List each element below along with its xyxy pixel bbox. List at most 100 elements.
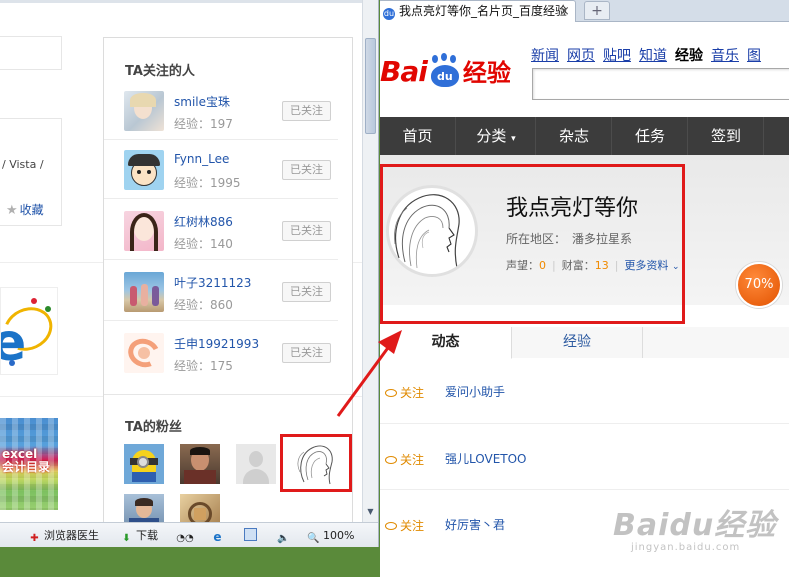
fan-avatar-default[interactable] bbox=[236, 444, 276, 484]
sound-icon: 🔈 bbox=[277, 533, 290, 544]
feed-target-link[interactable]: 好厉害丶君 bbox=[445, 516, 505, 533]
window-button[interactable] bbox=[244, 528, 260, 544]
user-name[interactable]: smile宝珠 bbox=[174, 93, 230, 110]
following-row[interactable]: Fynn_Lee 经验：1995 已关注 bbox=[104, 141, 338, 199]
doctor-icon: ✚ bbox=[30, 533, 39, 544]
user-name[interactable]: 壬申19921993 bbox=[174, 335, 259, 352]
user-name[interactable]: Fynn_Lee bbox=[174, 152, 229, 166]
fan-avatar[interactable] bbox=[124, 444, 164, 484]
follow-tag: 关注 bbox=[385, 517, 424, 534]
scrollbar-thumb[interactable] bbox=[365, 38, 376, 134]
user-avatar[interactable] bbox=[124, 150, 164, 190]
ie-icon: e bbox=[213, 530, 222, 544]
download-button[interactable]: ⬇ 下载 bbox=[120, 528, 158, 544]
mask-icon: ◔◔ bbox=[176, 533, 194, 544]
fan-avatar[interactable] bbox=[180, 444, 220, 484]
baidu-jingyan-logo[interactable]: Bai du 经验 bbox=[380, 53, 511, 93]
tab-strip: du 我点亮灯等你_名片页_百度经验 × + bbox=[380, 0, 789, 22]
link-web[interactable]: 网页 bbox=[567, 48, 595, 64]
vertical-scrollbar[interactable]: ▼ bbox=[362, 0, 378, 522]
fans-title: TA的粉丝 bbox=[125, 420, 182, 435]
logo-du: du bbox=[430, 65, 459, 87]
follow-tag: 关注 bbox=[385, 451, 424, 468]
tab-close-icon[interactable]: × bbox=[559, 1, 570, 22]
logo-bai: Bai bbox=[380, 55, 428, 88]
collect-link[interactable]: ★ 收藏 bbox=[6, 201, 44, 218]
link-zhidao[interactable]: 知道 bbox=[639, 48, 667, 64]
chevron-down-icon: ▾ bbox=[511, 134, 516, 144]
nav-separator bbox=[763, 117, 764, 155]
feed-target-link[interactable]: 强儿LOVETOO bbox=[445, 450, 527, 467]
user-exp: 经验：175 bbox=[174, 359, 233, 373]
tab-activity[interactable]: 动态 bbox=[380, 327, 512, 359]
link-news[interactable]: 新闻 bbox=[531, 48, 559, 64]
link-jingyan[interactable]: 经验 bbox=[675, 48, 703, 64]
user-avatar[interactable] bbox=[124, 211, 164, 251]
collect-label: 收藏 bbox=[19, 203, 44, 217]
following-title: TA关注的人 bbox=[125, 64, 195, 79]
zoom-button[interactable]: 🔍 100% bbox=[307, 528, 354, 544]
panel-divider bbox=[104, 394, 352, 395]
followed-button[interactable]: 已关注 bbox=[282, 343, 331, 363]
followed-button[interactable]: 已关注 bbox=[282, 101, 331, 121]
followed-button[interactable]: 已关注 bbox=[282, 282, 331, 302]
mask-button[interactable]: ◔◔ bbox=[176, 528, 197, 544]
link-music[interactable]: 音乐 bbox=[711, 48, 739, 64]
watermark-text: Baidu经验 bbox=[613, 508, 777, 543]
nav-separator bbox=[535, 117, 536, 155]
user-name[interactable]: 红树林886 bbox=[174, 213, 233, 230]
user-exp: 经验：860 bbox=[174, 298, 233, 312]
user-avatar[interactable] bbox=[124, 91, 164, 131]
new-tab-button[interactable]: + bbox=[584, 1, 610, 20]
link-tieba[interactable]: 贴吧 bbox=[603, 48, 631, 64]
window-icon bbox=[244, 528, 257, 541]
following-row[interactable]: 红树林886 经验：140 已关注 bbox=[104, 202, 338, 260]
nav-magazine[interactable]: 杂志 bbox=[537, 117, 611, 155]
followed-button[interactable]: 已关注 bbox=[282, 221, 331, 241]
ie-button[interactable]: e bbox=[211, 528, 227, 544]
os-fragment-text: / Vista / bbox=[2, 158, 44, 171]
nav-separator bbox=[611, 117, 612, 155]
excel-thumbnail[interactable]: excel 会计目录 bbox=[0, 418, 58, 510]
dot bbox=[31, 298, 37, 304]
nav-home[interactable]: 首页 bbox=[380, 117, 455, 155]
scroll-down-arrow-icon[interactable]: ▼ bbox=[365, 506, 376, 518]
feed-item: 关注 爱问小助手 bbox=[380, 358, 789, 424]
browser-doctor-label: 浏览器医生 bbox=[44, 529, 99, 542]
tab-active[interactable]: du 我点亮灯等你_名片页_百度经验 × bbox=[380, 0, 576, 22]
content-fragment-1 bbox=[0, 36, 62, 70]
follow-tag: 关注 bbox=[385, 384, 424, 401]
nav-checkin[interactable]: 签到 bbox=[689, 117, 763, 155]
ie-thumbnail[interactable]: e bbox=[0, 287, 58, 375]
user-name[interactable]: 叶子3211123 bbox=[174, 274, 251, 291]
followed-button[interactable]: 已关注 bbox=[282, 160, 331, 180]
dot bbox=[45, 306, 51, 312]
baidu-paw-icon: du bbox=[383, 8, 395, 20]
profile-completion-badge[interactable]: 70% bbox=[736, 262, 782, 308]
link-image[interactable]: 图 bbox=[747, 48, 761, 64]
tab-title: 我点亮灯等你_名片页_百度经验 bbox=[399, 4, 568, 18]
nav-category[interactable]: 分类 ▾ bbox=[457, 117, 535, 155]
user-avatar[interactable] bbox=[124, 333, 164, 373]
dot bbox=[9, 360, 15, 366]
eye-icon bbox=[385, 389, 397, 397]
browser-doctor-button[interactable]: ✚ 浏览器医生 bbox=[28, 528, 99, 544]
eye-icon bbox=[385, 456, 397, 464]
nav-tasks[interactable]: 任务 bbox=[613, 117, 687, 155]
feed-target-link[interactable]: 爱问小助手 bbox=[445, 383, 505, 400]
search-input[interactable] bbox=[532, 68, 789, 100]
excel-thumbnail-text: excel 会计目录 bbox=[2, 447, 51, 474]
sound-button[interactable]: 🔈 bbox=[277, 528, 293, 544]
user-exp: 经验：140 bbox=[174, 237, 233, 251]
baidu-watermark: Baidu经验 jingyan.baidu.com bbox=[613, 500, 777, 553]
eye-icon bbox=[385, 522, 397, 530]
user-exp: 经验：1995 bbox=[174, 176, 241, 190]
following-row[interactable]: smile宝珠 经验：197 已关注 bbox=[104, 82, 338, 140]
top-border bbox=[0, 0, 362, 3]
following-row[interactable]: 叶子3211123 经验：860 已关注 bbox=[104, 263, 338, 321]
fan-highlight-box bbox=[280, 434, 352, 492]
following-row[interactable]: 壬申19921993 经验：175 已关注 bbox=[104, 324, 338, 382]
user-avatar[interactable] bbox=[124, 272, 164, 312]
tab-empty bbox=[643, 327, 789, 358]
tab-experience[interactable]: 经验 bbox=[512, 327, 643, 358]
